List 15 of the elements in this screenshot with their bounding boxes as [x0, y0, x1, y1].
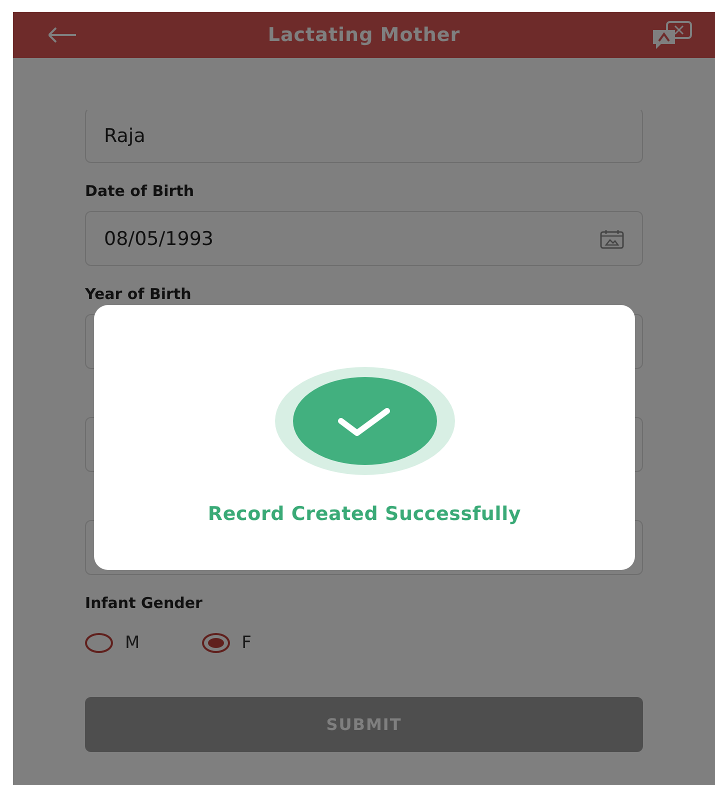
radio-button[interactable]: [85, 633, 113, 653]
calendar-icon[interactable]: [600, 228, 624, 248]
input-field[interactable]: Raja: [85, 108, 643, 163]
success-message: Record Created Successfully: [208, 503, 522, 525]
radio-button[interactable]: [202, 633, 230, 653]
screen-title: Lactating Mother: [266, 24, 462, 46]
back-arrow-icon[interactable]: [47, 27, 77, 43]
field-label: Year of Birth: [85, 284, 192, 304]
translate-icon[interactable]: [651, 20, 693, 50]
field-label: Infant Gender: [85, 593, 204, 613]
check-icon: [274, 367, 454, 475]
field-label: Date of Birth: [85, 181, 196, 201]
radio-label: F: [242, 633, 252, 653]
date-field[interactable]: 08/05/1993: [85, 211, 643, 266]
radio-label: M: [125, 633, 140, 653]
